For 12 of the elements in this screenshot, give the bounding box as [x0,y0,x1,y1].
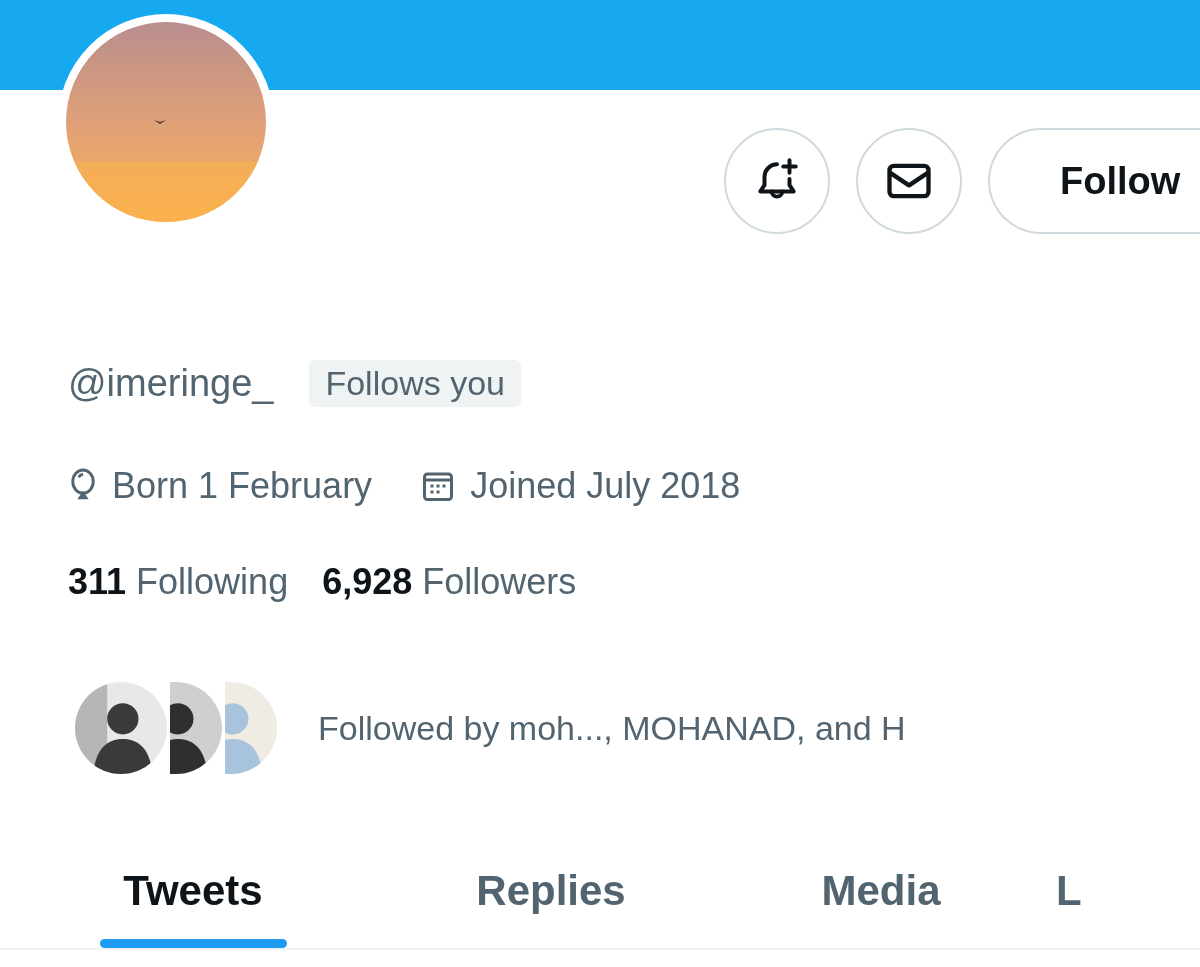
following-link[interactable]: 311 Following [68,561,289,603]
join-date-text: Joined July 2018 [470,465,741,507]
followers-link[interactable]: 6,928 Followers [322,561,577,603]
username-handle: @imeringe_ [68,361,274,405]
profile-tab[interactable]: Tweets [0,834,386,948]
profile-tab[interactable]: L [1056,834,1096,948]
profile-tab[interactable]: Replies [386,834,716,948]
profile-tab[interactable]: Media [716,834,1046,948]
follows-you-badge: Follows you [309,359,521,407]
followed-by-text[interactable]: Followed by moh..., MOHANAD, and H [318,708,906,748]
follow-button[interactable]: Follow [988,128,1200,234]
birthday-text: Born 1 February [112,465,373,507]
